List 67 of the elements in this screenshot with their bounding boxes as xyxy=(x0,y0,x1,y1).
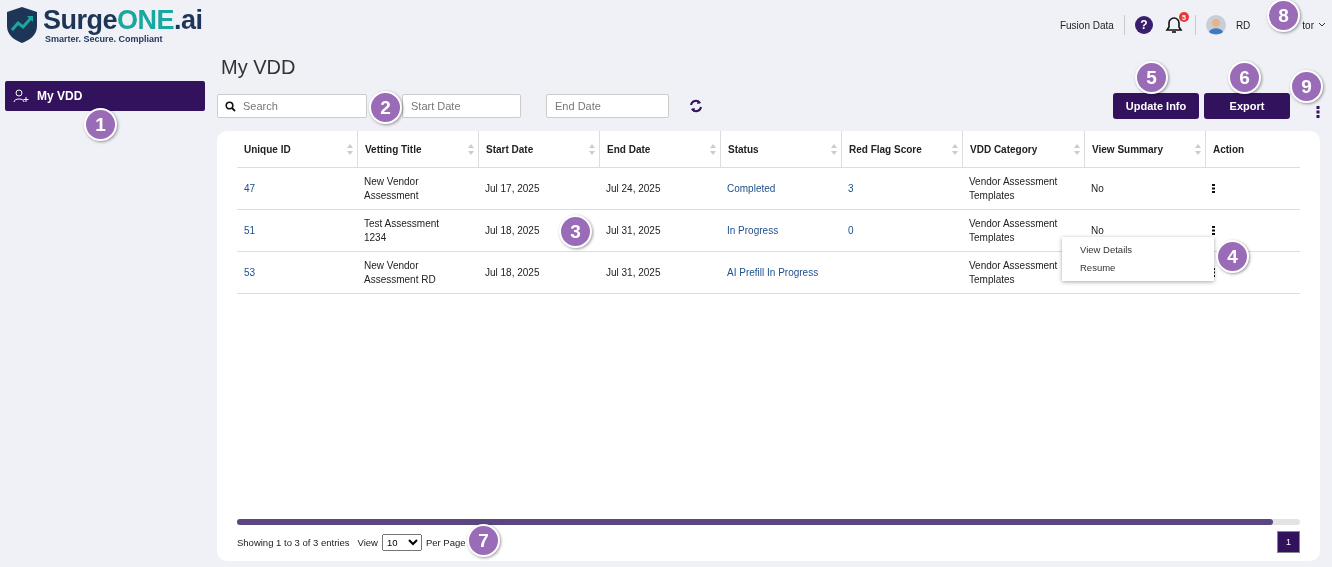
table-cell-text: Test Assessment 1234 xyxy=(364,216,441,245)
table-cell: Jul 24, 2025 xyxy=(606,181,661,196)
entries-summary: Showing 1 to 3 of 3 entries xyxy=(237,536,350,548)
sidebar-item[interactable]: My VDD xyxy=(5,81,205,111)
page-button[interactable]: 1 xyxy=(1277,531,1300,553)
chevron-down-icon[interactable] xyxy=(1318,22,1326,28)
refresh-icon[interactable] xyxy=(689,99,703,113)
table-cell: 3 xyxy=(848,181,854,196)
table-cell-text: New Vendor Assessment RD xyxy=(364,258,437,287)
column-header[interactable]: Red Flag Score xyxy=(841,131,962,167)
column-header[interactable]: Action xyxy=(1205,131,1298,167)
start-date-field[interactable]: Start Date xyxy=(402,94,521,118)
organization-name[interactable]: Fusion Data xyxy=(1059,19,1114,31)
table-cell: Jul 31, 2025 xyxy=(606,265,661,280)
callout-badge: 1 xyxy=(84,108,117,141)
view-label: View xyxy=(357,536,378,548)
callout-badge: 8 xyxy=(1267,0,1300,32)
table-cell-text: Vendor Assessment Templates xyxy=(969,216,1059,245)
add-user-icon xyxy=(13,88,29,104)
callout-badge: 5 xyxy=(1135,61,1168,94)
page-title: My VDD xyxy=(221,56,296,80)
table-cell: Jul 31, 2025 xyxy=(606,223,661,238)
table-cell-text: Vendor Assessment Templates xyxy=(969,258,1059,287)
callout-badge: 9 xyxy=(1290,70,1323,103)
brand-tagline: Smarter. Secure. Compliant xyxy=(45,34,164,44)
table-cell: No xyxy=(1091,181,1104,196)
per-page-label: Per Page xyxy=(425,536,466,548)
user-name[interactable]: tor xyxy=(1302,19,1314,31)
table-cell: Jul 18, 2025 xyxy=(485,265,540,280)
table-cell: No xyxy=(1091,223,1104,238)
table-cell: Jul 17, 2025 xyxy=(485,181,540,196)
table-cell-text: Vendor Assessment Templates xyxy=(969,174,1059,203)
column-header[interactable]: Start Date xyxy=(478,131,599,167)
update-info-button[interactable]: Update Info xyxy=(1113,93,1199,119)
end-date-field[interactable]: End Date xyxy=(546,94,669,118)
table-cell: In Progress xyxy=(727,223,779,238)
brand-name: SurgeONE.ai xyxy=(43,6,203,34)
menu-item[interactable]: View Details xyxy=(1062,241,1214,259)
table-cell: Jul 18, 2025 xyxy=(485,223,540,238)
column-header[interactable]: End Date xyxy=(599,131,720,167)
more-vertical-icon[interactable] xyxy=(1316,106,1320,118)
table-cell-text: New Vendor Assessment xyxy=(364,174,420,203)
search-field[interactable]: Search xyxy=(217,94,367,118)
column-header[interactable]: Unique ID xyxy=(237,131,357,167)
more-vertical-icon[interactable] xyxy=(1212,268,1215,277)
menu-item[interactable]: Resume xyxy=(1062,259,1214,277)
per-page-select[interactable]: 10 xyxy=(381,533,422,551)
more-vertical-icon[interactable] xyxy=(1212,226,1215,235)
callout-badge: 2 xyxy=(369,91,402,124)
more-vertical-icon[interactable] xyxy=(1212,184,1215,193)
avatar-icon[interactable] xyxy=(1205,15,1226,35)
export-button[interactable]: Export xyxy=(1204,93,1290,119)
table-cell: AI Prefill In Progress xyxy=(727,265,819,280)
table-cell: 47 xyxy=(244,181,256,196)
table-cell: 0 xyxy=(848,223,854,238)
shield-logo-icon xyxy=(5,6,39,44)
table-cell: 51 xyxy=(244,223,256,238)
column-header[interactable]: Vetting Title xyxy=(357,131,478,167)
search-icon xyxy=(225,101,236,112)
help-button[interactable]: ? xyxy=(1134,16,1153,34)
column-header[interactable]: Status xyxy=(720,131,841,167)
table-cell: Completed xyxy=(727,181,776,196)
column-header[interactable]: VDD Category xyxy=(962,131,1084,167)
callout-badge: 6 xyxy=(1228,61,1261,94)
table-cell: 53 xyxy=(244,265,256,280)
column-header[interactable]: View Summary xyxy=(1084,131,1205,167)
user-name[interactable]: RD xyxy=(1235,19,1251,31)
